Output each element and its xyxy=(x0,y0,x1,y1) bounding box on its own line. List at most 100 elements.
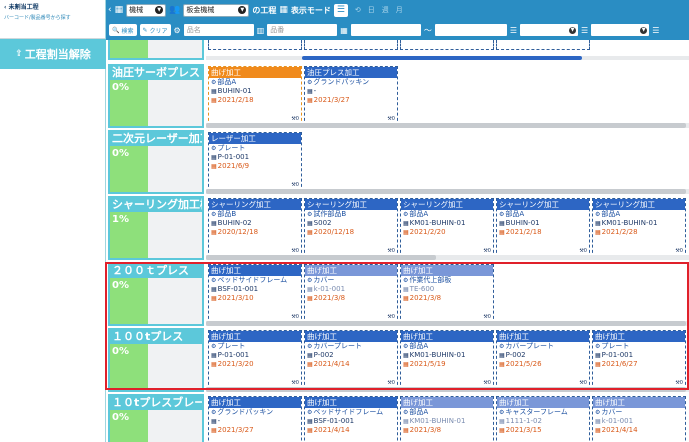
filter-select-1[interactable]: ▼ xyxy=(520,24,579,36)
process-card[interactable]: 曲げ加工⚙ベッドサイドフレーム▦BSF-01-001▦2021/4/14⚒0 xyxy=(304,396,398,442)
release-assignment-button[interactable]: ⇪ 工程割当解除 xyxy=(0,39,106,69)
process-card[interactable]: シャーリング加工 ⚙部品B ▦BUHIN-02 ▦2020/12/18 ⚒0 xyxy=(208,198,302,258)
row-scrollbar-thumb[interactable] xyxy=(206,255,436,260)
process-title: シャーリング加工 xyxy=(305,199,397,210)
process-card[interactable]: 曲げ加工 ⚙カバー ▦k-01-001 ▦2021/3/8 ⚒0 xyxy=(304,264,398,324)
due-date: ▦2021/2/28 xyxy=(593,228,685,237)
process-title: 曲げ加工 xyxy=(209,331,301,342)
product-code: ▦BUHIN-01 xyxy=(497,219,589,228)
process-card[interactable]: 曲げ加工 ⚙カバープレート ▦P-002 ▦2021/5/26 ⚒0 xyxy=(496,330,590,390)
row-scrollbar[interactable] xyxy=(206,189,689,194)
machine-header[interactable]: １０tプレスブレーキ 0% xyxy=(108,394,204,442)
machine-track: 曲げ加工 ⚙部品A ▦BUHIN-01 ▦2021/2/18 ⚒0 油圧プレス加工 ⚙グラン… xyxy=(206,64,689,128)
process-card[interactable]: シャーリング加工 ⚙試作部品B ▦S002 ▦2020/12/18 ⚒0 xyxy=(304,198,398,258)
process-card[interactable] xyxy=(304,40,398,50)
process-card[interactable]: 曲げ加工 ⚙作業代上部板 ▦TE-600 ▦2021/3/8 ⚒0 xyxy=(400,264,494,324)
barcode-icon: ▦ xyxy=(307,418,313,425)
product-code-text: TE-600 xyxy=(409,285,435,293)
part-name-text: 部品A xyxy=(409,210,429,218)
part-name-input[interactable]: 品名 xyxy=(183,24,254,36)
row-scrollbar-thumb[interactable] xyxy=(206,387,686,392)
process-card[interactable]: 曲げ加工 ⚙ベッドサイドフレーム ▦BSF-01-001 ▦2021/3/10 ⚒0 xyxy=(208,264,302,324)
display-mode-label: 表示モード xyxy=(290,5,331,15)
list-mode-button[interactable]: ☰ xyxy=(333,3,348,17)
row-scrollbar[interactable] xyxy=(206,123,689,128)
quantity: ⚒0 xyxy=(291,314,299,320)
collapse-chevron-icon[interactable]: ‹ xyxy=(108,5,112,15)
row-scrollbar-thumb[interactable] xyxy=(206,123,686,128)
factory-icon: ▦ xyxy=(114,5,124,15)
process-title: 曲げ加工 xyxy=(209,397,301,408)
part-name-text: カバー xyxy=(601,408,623,416)
view-week-button[interactable]: 週 xyxy=(382,5,389,15)
machine-row: ２００ｔプレス 0% 曲げ加工 ⚙ベッドサイドフレーム ▦BSF-01-001 ▦2021… xyxy=(108,262,689,326)
machine-header[interactable]: 油圧サーボプレス 0% xyxy=(108,64,204,128)
view-month-button[interactable]: 月 xyxy=(396,5,403,15)
machine-header[interactable] xyxy=(108,40,204,60)
process-card[interactable]: 曲げ加工 ⚙プレート ▦P-01-001 ▦2021/3/20 ⚒0 xyxy=(208,330,302,390)
row-scrollbar-thumb[interactable] xyxy=(302,56,582,60)
parts-icon: ⚙ xyxy=(595,211,601,218)
parts-icon: ⚙ xyxy=(211,79,217,86)
process-card[interactable]: 曲げ加工⚙部品A▦KM01-BUHIN-01▦2021/3/8⚒0 xyxy=(400,396,494,442)
process-card[interactable] xyxy=(208,40,302,50)
product-number-input[interactable]: 品番 xyxy=(267,24,338,36)
product-code-text: P-002 xyxy=(313,351,334,359)
parts-icon: ⚙ xyxy=(307,277,313,284)
part-name-text: カバー xyxy=(313,276,335,284)
process-card[interactable]: シャーリング加工 ⚙部品A ▦BUHIN-01 ▦2021/2/18 ⚒0 xyxy=(496,198,590,258)
process-card[interactable]: シャーリング加工 ⚙部品A ▦KM01-BUHIN-01 ▦2021/2/28 ⚒0 xyxy=(592,198,686,258)
row-scrollbar[interactable] xyxy=(206,255,689,260)
quantity: ⚒0 xyxy=(291,182,299,188)
process-card[interactable] xyxy=(496,40,590,50)
parts-icon: ⚙ xyxy=(211,343,217,350)
due-date-text: 2021/3/10 xyxy=(217,294,254,302)
process-card[interactable]: シャーリング加工 ⚙部品A ▦KM01-BUHIN-01 ▦2021/2/20 ⚒0 xyxy=(400,198,494,258)
machine-header[interactable]: シャーリング加工機 1% xyxy=(108,196,204,260)
parts-icon: ⚙ xyxy=(307,79,313,86)
product-code: ▦P-002 xyxy=(497,351,589,360)
group-select[interactable]: 板金機械 ▼ xyxy=(183,3,250,17)
process-card[interactable] xyxy=(400,40,494,50)
due-date-text: 2021/3/15 xyxy=(505,426,542,434)
process-card[interactable]: 曲げ加工 ⚙カバープレート ▦P-002 ▦2021/4/14 ⚒0 xyxy=(304,330,398,390)
process-card[interactable]: 曲げ加工 ⚙プレート ▦P-01-001 ▦2021/6/27 ⚒0 xyxy=(592,330,686,390)
calendar-icon: ▦ xyxy=(211,163,217,170)
machine-header[interactable]: １００tプレス 0% xyxy=(108,328,204,392)
process-card[interactable]: 曲げ加工 ⚙部品A ▦KM01-BUHIN-01 ▦2021/5/19 ⚒0 xyxy=(400,330,494,390)
quantity: ⚒0 xyxy=(387,314,395,320)
view-day-button[interactable]: 日 xyxy=(368,5,375,15)
barcode-search-link[interactable]: バーコード/製品番号から探す xyxy=(4,14,101,22)
process-card[interactable]: 曲げ加工 ⚙部品A ▦BUHIN-01 ▦2021/2/18 ⚒0 xyxy=(208,66,302,126)
category-select[interactable]: 機械 ▼ xyxy=(126,3,167,17)
process-card[interactable]: 曲げ加工⚙グランドパッキン▦-▦2021/3/27⚒0 xyxy=(208,396,302,442)
product-code: ▦- xyxy=(209,417,301,426)
due-date: ▦2021/3/27 xyxy=(209,426,301,435)
filter-select-2[interactable]: ▼ xyxy=(591,24,650,36)
process-title: 曲げ加工 xyxy=(305,397,397,408)
due-date: ▦2021/3/27 xyxy=(305,96,397,105)
process-card[interactable]: 油圧プレス加工 ⚙グランドパッキン ▦- ▦2021/3/27 ⚒0 xyxy=(304,66,398,126)
process-title: 曲げ加工 xyxy=(497,331,589,342)
date-from-input[interactable] xyxy=(350,24,421,36)
utilization-remaining xyxy=(148,80,202,126)
history-icon[interactable]: ⟲ xyxy=(355,6,361,14)
process-card[interactable]: 曲げ加工⚙カバー▦k-01-001▦2021/4/14⚒0 xyxy=(592,396,686,442)
row-scrollbar-thumb[interactable] xyxy=(206,321,686,326)
search-button[interactable]: 🔍 検索 xyxy=(109,24,137,36)
row-scrollbar[interactable] xyxy=(206,56,689,60)
date-to-input[interactable] xyxy=(434,24,507,36)
clear-button[interactable]: ✎ クリア xyxy=(139,24,171,36)
process-card[interactable]: レーザー加工 ⚙プレート ▦P-01-001 ▦2021/6/9 ⚒0 xyxy=(208,132,302,192)
utilization-remaining xyxy=(148,212,202,258)
machine-track: 曲げ加工⚙グランドパッキン▦-▦2021/3/27⚒0曲げ加工⚙ベッドサイドフレ… xyxy=(206,394,689,442)
part-name-text: 部品B xyxy=(217,210,237,218)
machine-header[interactable]: 二次元レーザー加工機 0% xyxy=(108,130,204,194)
row-scrollbar[interactable] xyxy=(206,387,689,392)
parts-icon: ⚙ xyxy=(307,211,313,218)
row-scrollbar-thumb[interactable] xyxy=(206,189,686,194)
process-card[interactable]: 曲げ加工⚙キャスターフレーム▦1111-1-02▦2021/3/15⚒0 xyxy=(496,396,590,442)
process-title: レーザー加工 xyxy=(209,133,301,144)
row-scrollbar[interactable] xyxy=(206,321,689,326)
machine-header[interactable]: ２００ｔプレス 0% xyxy=(108,262,204,326)
